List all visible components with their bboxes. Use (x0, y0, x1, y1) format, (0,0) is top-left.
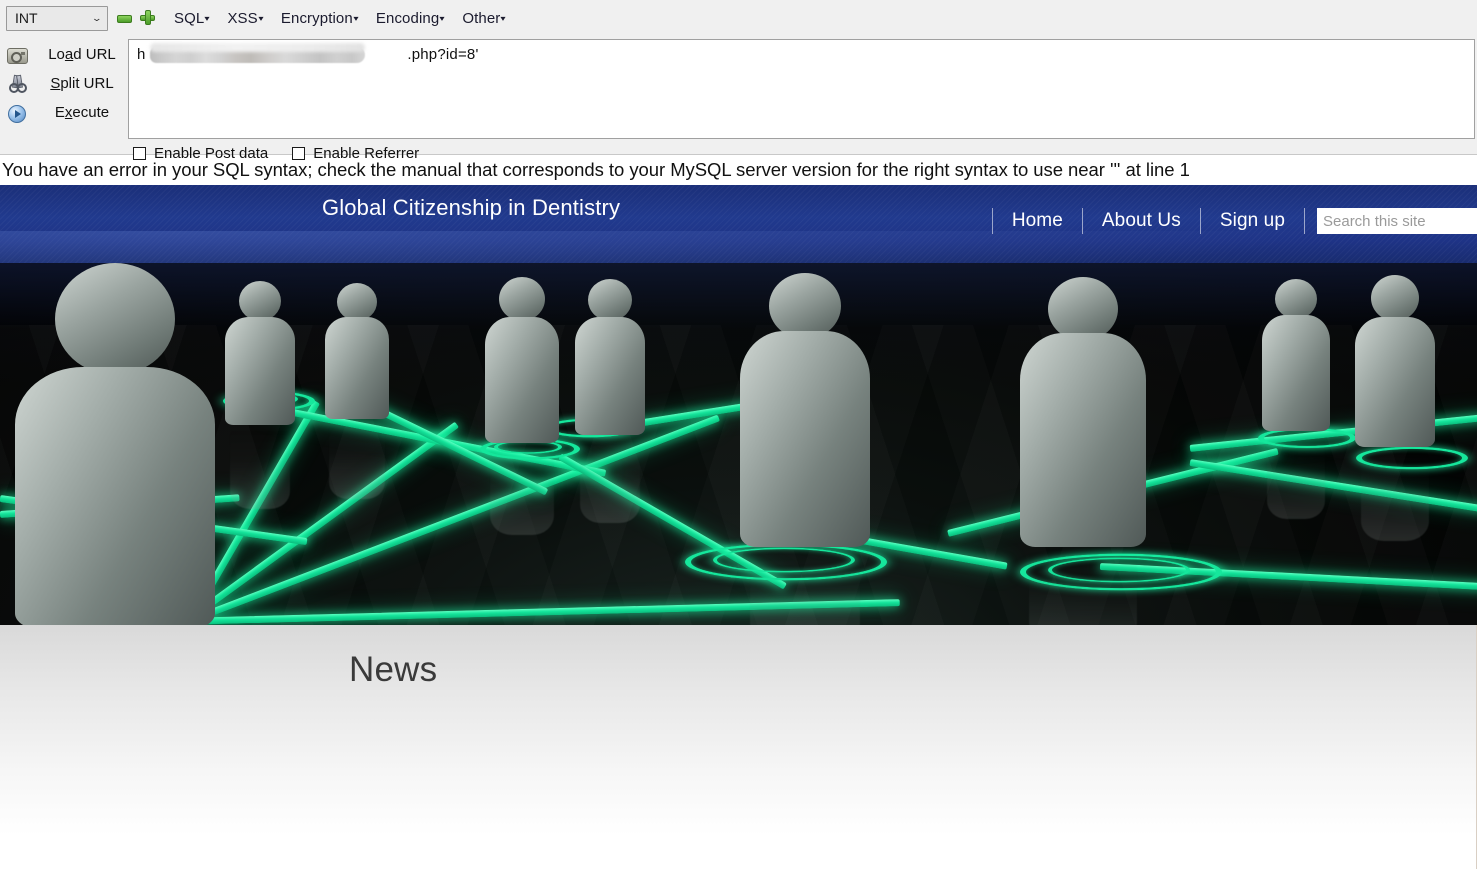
chevron-down-icon: ▾ (204, 13, 211, 23)
plus-icon[interactable] (140, 10, 156, 26)
figure-silhouette (740, 273, 870, 625)
load-url-label: Load URL (48, 46, 116, 63)
load-url-icon (6, 44, 28, 66)
figure-silhouette (225, 281, 295, 509)
type-select-value: INT (15, 10, 38, 26)
execute-play-icon (6, 102, 28, 124)
figure-silhouette (1262, 279, 1330, 519)
url-column: hxxxxxxxxxxxxxxxxxxxxxxxxxxxxxxxxxx.php?… (128, 36, 1477, 139)
hackbar-body: Load URL Split URL Execute hxxxxxxxxxxxx… (0, 36, 1477, 139)
checkbox-box[interactable] (133, 146, 146, 160)
figure-silhouette (325, 283, 389, 499)
menu-encoding[interactable]: Encoding▾ (376, 10, 446, 27)
figure-silhouette (485, 277, 559, 535)
hackbar-toolbar: INT ⌄ SQL▾ XSS▾ Encryption▾ Encoding▾ Ot… (0, 0, 1477, 162)
enable-post-data-label: Enable Post data (154, 144, 269, 162)
execute-label: Execute (54, 104, 110, 121)
split-url-label: Split URL (50, 75, 114, 92)
scissors-icon (6, 73, 28, 95)
nav-item-sign-up[interactable]: Sign up (1202, 210, 1303, 232)
banner-image (0, 263, 1477, 625)
nav-item-about-us[interactable]: About Us (1084, 210, 1199, 232)
hackbar-options-row: Enable Post data Enable Referrer (0, 139, 1477, 167)
checkbox-box[interactable] (292, 146, 306, 160)
url-redaction-overlay (150, 46, 365, 63)
enable-referrer-label: Enable Referrer (313, 144, 420, 162)
page-content: News (0, 625, 1477, 869)
hackbar-menu-row: INT ⌄ SQL▾ XSS▾ Encryption▾ Encoding▾ Ot… (0, 0, 1477, 36)
figure-silhouette (575, 279, 645, 523)
chevron-down-icon: ▾ (439, 13, 446, 23)
search-input[interactable] (1317, 208, 1477, 234)
type-select[interactable]: INT ⌄ (6, 5, 108, 31)
chevron-down-icon: ▾ (500, 13, 507, 23)
enable-referrer-checkbox[interactable]: Enable Referrer (292, 145, 419, 162)
execute-button[interactable]: Execute (2, 98, 128, 127)
chevron-down-icon: ▾ (353, 13, 359, 23)
nav-divider (1081, 208, 1083, 234)
menu-sql[interactable]: SQL▾ (174, 10, 211, 27)
split-url-button[interactable]: Split URL (2, 69, 128, 98)
figure-silhouette (1355, 275, 1435, 541)
menu-other[interactable]: Other▾ (462, 10, 507, 27)
nav-divider (991, 208, 993, 234)
site-header: Global Citizenship in Dentistry Home Abo… (0, 185, 1477, 263)
nav-item-home[interactable]: Home (994, 210, 1081, 232)
menu-xss[interactable]: XSS▾ (227, 10, 264, 27)
hackbar-action-list: Load URL Split URL Execute (2, 36, 128, 139)
minus-icon[interactable] (116, 10, 132, 26)
chevron-down-icon: ⌄ (91, 12, 103, 23)
site-navigation: Home About Us Sign up (991, 201, 1477, 241)
url-textarea[interactable]: hxxxxxxxxxxxxxxxxxxxxxxxxxxxxxxxxxx.php?… (128, 39, 1475, 139)
nav-divider (1199, 208, 1201, 234)
figure-silhouette (1020, 277, 1146, 625)
figure-silhouette (15, 263, 215, 625)
enable-post-data-checkbox[interactable]: Enable Post data (133, 145, 268, 162)
site-title: Global Citizenship in Dentistry (322, 195, 621, 220)
menu-encryption[interactable]: Encryption▾ (281, 10, 358, 27)
nav-divider (1304, 208, 1305, 234)
website-viewport: Global Citizenship in Dentistry Home Abo… (0, 185, 1477, 869)
load-url-button[interactable]: Load URL (2, 40, 128, 69)
page-title: News (349, 650, 438, 689)
chevron-down-icon: ▾ (258, 13, 264, 23)
